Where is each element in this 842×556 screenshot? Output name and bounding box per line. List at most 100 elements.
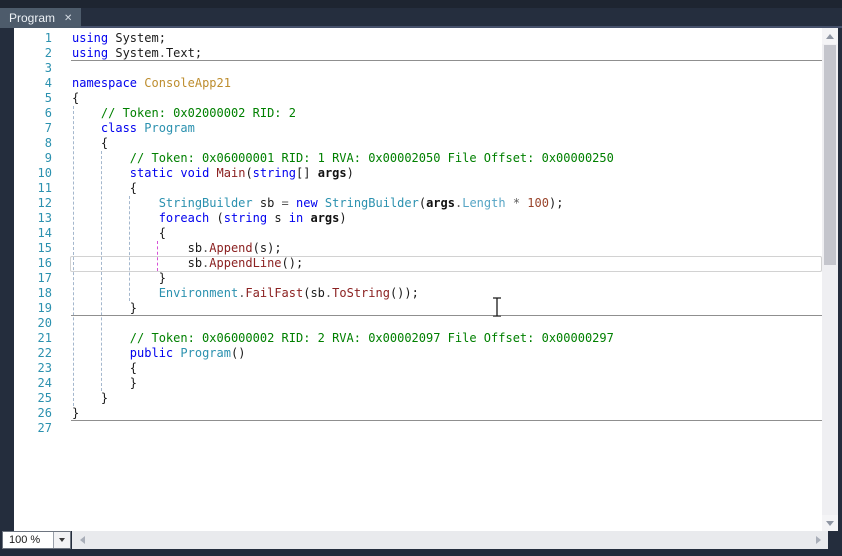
line-number[interactable]: 25 <box>14 391 52 406</box>
code-token: Program <box>144 121 195 135</box>
vertical-scrollbar-thumb[interactable] <box>824 45 836 265</box>
code-token: [] <box>296 166 318 180</box>
code-line[interactable]: } <box>72 391 108 406</box>
line-number[interactable]: 21 <box>14 331 52 346</box>
line-number[interactable]: 12 <box>14 196 52 211</box>
line-number[interactable]: 18 <box>14 286 52 301</box>
vertical-scrollbar[interactable] <box>822 28 838 531</box>
code-line[interactable]: { <box>72 91 79 106</box>
zoom-dropdown-button[interactable] <box>53 532 70 548</box>
code-token: } <box>72 376 138 390</box>
code-line[interactable]: // Token: 0x06000002 RID: 2 RVA: 0x00002… <box>72 331 614 346</box>
code-token: Program <box>180 346 231 360</box>
code-token: Environment <box>158 286 239 300</box>
line-number[interactable]: 27 <box>14 421 52 436</box>
code-line[interactable]: public Program() <box>72 346 246 361</box>
line-number[interactable]: 4 <box>14 76 52 91</box>
code-line[interactable]: { <box>72 181 137 196</box>
line-number[interactable]: 14 <box>14 226 52 241</box>
code-token: ( <box>209 211 224 225</box>
scroll-down-button[interactable] <box>822 515 838 531</box>
line-number[interactable]: 24 <box>14 376 52 391</box>
code-token: { <box>72 136 109 150</box>
line-number[interactable]: 26 <box>14 406 52 421</box>
code-line[interactable]: class Program <box>72 121 195 136</box>
code-line[interactable]: namespace ConsoleApp21 <box>72 76 231 91</box>
tab-program[interactable]: Program ✕ <box>0 8 82 28</box>
line-number[interactable]: 23 <box>14 361 52 376</box>
tab-close-icon[interactable]: ✕ <box>64 13 72 24</box>
line-number[interactable]: 16 <box>14 256 52 271</box>
scroll-left-button[interactable] <box>74 531 90 549</box>
line-number[interactable]: 3 <box>14 61 52 76</box>
code-token: // Token: 0x06000001 RID: 1 RVA: 0x00002… <box>129 151 614 165</box>
code-token: ) <box>346 166 354 180</box>
code-line[interactable]: { <box>72 361 137 376</box>
code-line[interactable]: } <box>72 376 137 391</box>
tab-bar: Program ✕ <box>0 8 842 28</box>
zoom-combobox[interactable]: 100 % <box>2 531 71 549</box>
chevron-down-icon <box>59 538 65 542</box>
indent-guide <box>101 151 102 391</box>
scroll-right-button[interactable] <box>810 531 826 549</box>
line-number[interactable]: 17 <box>14 271 52 286</box>
code-line[interactable]: foreach (string s in args) <box>72 211 347 226</box>
code-token: System <box>108 46 159 60</box>
line-number[interactable]: 8 <box>14 136 52 151</box>
code-token: // Token: 0x06000002 RID: 2 RVA: 0x00002… <box>129 331 614 345</box>
code-line[interactable]: Environment.FailFast(sb.ToString()); <box>72 286 419 301</box>
line-number[interactable]: 7 <box>14 121 52 136</box>
line-number[interactable]: 10 <box>14 166 52 181</box>
code-line[interactable]: static void Main(string[] args) <box>72 166 354 181</box>
decompiler-window: Program ✕ 1 2 3 4 5 6 7 8 9 10 11 12 13 14 15 16 17 18 19 2… <box>0 0 842 556</box>
line-number[interactable]: 5 <box>14 91 52 106</box>
code-line[interactable]: } <box>72 406 79 421</box>
code-line[interactable]: StringBuilder sb = new StringBuilder(arg… <box>72 196 564 211</box>
line-number[interactable]: 9 <box>14 151 52 166</box>
code-line[interactable]: } <box>72 271 166 286</box>
code-token: s <box>267 211 289 225</box>
line-number[interactable]: 6 <box>14 106 52 121</box>
line-number[interactable]: 11 <box>14 181 52 196</box>
line-number[interactable]: 1 <box>14 31 52 46</box>
code-line[interactable]: sb.Append(s); <box>72 241 282 256</box>
code-token: class <box>100 121 138 135</box>
line-number[interactable]: 2 <box>14 46 52 61</box>
code-line[interactable]: } <box>72 301 137 316</box>
horizontal-scrollbar[interactable] <box>72 531 828 549</box>
code-line[interactable]: { <box>72 136 108 151</box>
code-line[interactable]: // Token: 0x06000001 RID: 1 RVA: 0x00002… <box>72 151 614 166</box>
code-token: ); <box>548 196 564 210</box>
code-token: System; <box>108 31 166 45</box>
code-token: * <box>512 196 521 210</box>
code-token: StringBuilder <box>158 196 253 210</box>
code-token: { <box>72 181 138 195</box>
code-editor[interactable]: 1 2 3 4 5 6 7 8 9 10 11 12 13 14 15 16 17 18 19 20 21 22 23 24 2… <box>14 28 822 531</box>
code-line[interactable]: // Token: 0x02000002 RID: 2 <box>72 106 296 121</box>
code-token: { <box>72 226 166 240</box>
line-number[interactable]: 20 <box>14 316 52 331</box>
code-line[interactable]: sb.AppendLine(); <box>72 256 304 271</box>
line-number[interactable]: 22 <box>14 346 52 361</box>
code-token: ConsoleApp21 <box>144 76 231 90</box>
code-token: () <box>230 346 246 360</box>
code-token: } <box>72 391 109 405</box>
code-line[interactable]: using System; <box>72 31 166 46</box>
code-token: ( <box>418 196 427 210</box>
zoom-value[interactable]: 100 % <box>3 532 53 548</box>
code-token: { <box>72 91 80 105</box>
line-number[interactable]: 13 <box>14 211 52 226</box>
chevron-down-icon <box>826 520 834 526</box>
window-bottom-frame <box>0 550 842 556</box>
code-token: using <box>72 31 109 45</box>
code-line[interactable]: using System.Text; <box>72 46 202 61</box>
line-number[interactable]: 19 <box>14 301 52 316</box>
code-token: string <box>223 211 268 225</box>
code-token: // Token: 0x02000002 RID: 2 <box>100 106 296 120</box>
code-line[interactable]: { <box>72 226 166 241</box>
line-number[interactable]: 15 <box>14 241 52 256</box>
scroll-up-button[interactable] <box>822 28 838 44</box>
